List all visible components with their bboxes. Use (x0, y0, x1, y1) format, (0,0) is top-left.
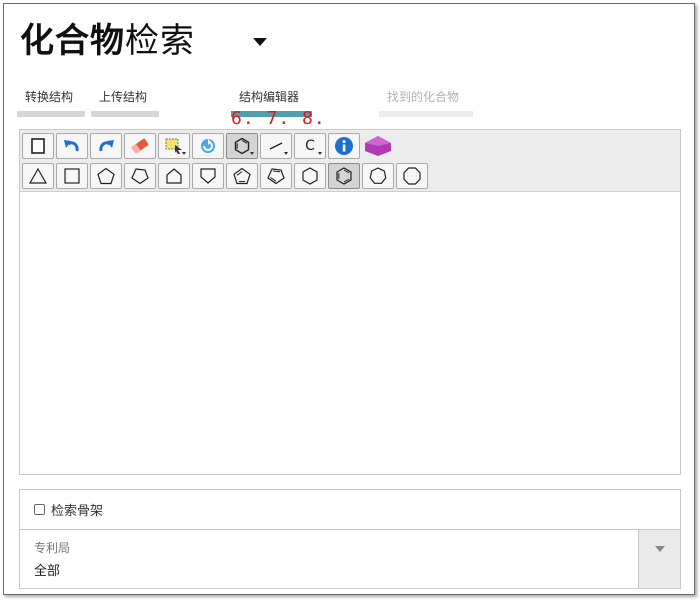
drawing-canvas[interactable] (20, 192, 680, 474)
tab-label: 转换结构 (25, 90, 74, 104)
tab-upload-structure[interactable]: 上传结构 (91, 89, 159, 117)
select-button[interactable] (158, 133, 190, 159)
select-icon (165, 138, 182, 154)
patent-office-value: 全部 (34, 564, 61, 579)
heptagon-icon (369, 167, 387, 184)
octagon-ring-button[interactable] (396, 163, 428, 189)
infochem-logo-icon (365, 136, 391, 156)
search-options: 检索骨架 专利局 全部 (19, 489, 681, 589)
undo-icon (64, 140, 79, 152)
benzene-ring-button[interactable] (328, 163, 360, 189)
pentagon-inverted-icon (200, 168, 216, 184)
tab-label: 结构编辑器 (239, 90, 300, 104)
scaffold-search-option[interactable]: 检索骨架 (20, 490, 680, 530)
patent-office-dropdown-button[interactable] (638, 530, 680, 588)
step-number-annotation: 6. 7. 8. (231, 108, 326, 129)
clear-button[interactable] (22, 133, 54, 159)
tab-indicator (17, 111, 85, 117)
ring-template-button[interactable] (226, 133, 258, 159)
redo-icon (99, 140, 114, 152)
cyclopentadiene-alt-icon (267, 168, 285, 185)
cyclopentadiene-ring-button[interactable] (226, 163, 258, 189)
pentagon-icon (97, 167, 115, 185)
submenu-indicator-icon (182, 152, 186, 155)
rotate-icon (201, 139, 215, 153)
pentagon-rotated-icon (131, 168, 149, 185)
scaffold-label: 检索骨架 (51, 504, 104, 519)
triangle-icon (28, 167, 48, 184)
pentagon-house-icon (166, 168, 182, 184)
atom-button[interactable]: C (294, 133, 326, 159)
hexagon-ring-button[interactable] (294, 163, 326, 189)
pentagon-house-ring-button[interactable] (158, 163, 190, 189)
page-title-bold: 化合物 (20, 21, 125, 61)
tab-found-compounds[interactable]: 找到的化合物 (379, 89, 473, 117)
submenu-indicator-icon (250, 152, 254, 155)
eraser-button[interactable] (124, 133, 156, 159)
structure-editor: C (19, 129, 681, 475)
bond-button[interactable] (260, 133, 292, 159)
triangle-ring-button[interactable] (22, 163, 54, 189)
rotate-button[interactable] (192, 133, 224, 159)
tab-indicator (379, 111, 473, 117)
hexagon-icon (302, 167, 318, 185)
bond-icon (269, 142, 283, 150)
eraser-icon (131, 138, 149, 154)
info-icon (335, 137, 353, 155)
atom-label: C (305, 138, 315, 154)
redo-button[interactable] (90, 133, 122, 159)
page-title-light: 检索 (125, 21, 195, 61)
cyclopentadiene-alt-ring-button[interactable] (260, 163, 292, 189)
clear-icon (31, 138, 45, 154)
cyclopentadiene-icon (233, 167, 251, 185)
pentagon-rotated-ring-button[interactable] (124, 163, 156, 189)
info-button[interactable] (328, 133, 360, 159)
submenu-indicator-icon (318, 152, 322, 155)
tab-convert-structure[interactable]: 转换结构 (17, 89, 85, 117)
square-icon (64, 168, 80, 184)
infochem-button[interactable] (362, 133, 394, 159)
title-dropdown-icon[interactable] (253, 38, 267, 46)
editor-toolbar: C (20, 130, 680, 192)
scaffold-checkbox[interactable] (34, 504, 45, 515)
tab-label: 上传结构 (99, 90, 148, 104)
octagon-icon (403, 167, 421, 185)
ring-template-icon (234, 137, 250, 155)
heptagon-ring-button[interactable] (362, 163, 394, 189)
undo-button[interactable] (56, 133, 88, 159)
patent-office-select[interactable]: 专利局 全部 (20, 530, 680, 588)
patent-office-label: 专利局 (34, 541, 71, 555)
submenu-indicator-icon (284, 152, 288, 155)
tab-label: 找到的化合物 (387, 90, 460, 104)
tab-indicator (91, 111, 159, 117)
benzene-icon (336, 167, 352, 185)
pentagon-ring-button[interactable] (90, 163, 122, 189)
chevron-down-icon (655, 546, 665, 552)
page-title: 化合物检索 (20, 18, 195, 64)
pentagon-inverted-ring-button[interactable] (192, 163, 224, 189)
square-ring-button[interactable] (56, 163, 88, 189)
page-frame: 化合物检索 转换结构 上传结构 结构编辑器 找到的化合物 6. 7. 8. C … (3, 3, 695, 595)
